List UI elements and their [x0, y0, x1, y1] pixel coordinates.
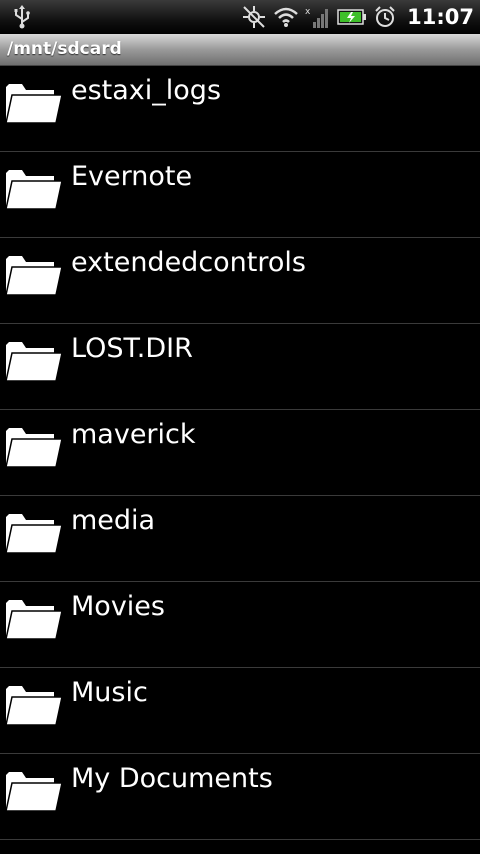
folder-icon	[4, 81, 64, 129]
battery-charging-icon	[337, 9, 367, 25]
signal-icon: x	[305, 7, 329, 28]
current-path: /mnt/sdcard	[7, 39, 122, 59]
folder-list: estaxi_logs Evernote extendedcontrols LOST.…	[0, 66, 480, 840]
folder-name: Music	[71, 677, 148, 708]
gps-icon	[243, 6, 266, 28]
folder-name: LOST.DIR	[71, 333, 193, 364]
folder-row[interactable]: extendedcontrols	[0, 238, 480, 324]
folder-icon	[4, 769, 64, 817]
folder-row[interactable]: Music	[0, 668, 480, 754]
clock-time: 11:07	[407, 5, 474, 29]
usb-icon	[14, 5, 30, 29]
folder-icon	[4, 683, 64, 731]
folder-row[interactable]: maverick	[0, 410, 480, 496]
status-bar: x 11:07	[0, 0, 480, 34]
folder-icon	[4, 511, 64, 559]
wifi-icon	[274, 7, 298, 27]
alarm-icon	[375, 6, 395, 27]
folder-name: My Documents	[71, 763, 273, 794]
folder-row[interactable]: My Documents	[0, 754, 480, 840]
folder-icon	[4, 597, 64, 645]
folder-icon	[4, 167, 64, 215]
folder-icon	[4, 253, 64, 301]
svg-text:x: x	[305, 7, 311, 17]
folder-name: estaxi_logs	[71, 75, 222, 106]
folder-row[interactable]: Evernote	[0, 152, 480, 238]
folder-icon	[4, 339, 64, 387]
folder-name: media	[71, 505, 156, 536]
folder-row[interactable]: media	[0, 496, 480, 582]
folder-name: extendedcontrols	[71, 247, 306, 278]
folder-name: maverick	[71, 419, 196, 450]
folder-row[interactable]: Movies	[0, 582, 480, 668]
folder-icon	[4, 425, 64, 473]
folder-row[interactable]: estaxi_logs	[0, 66, 480, 152]
folder-row[interactable]: LOST.DIR	[0, 324, 480, 410]
breadcrumb: /mnt/sdcard	[0, 34, 480, 66]
folder-name: Movies	[71, 591, 165, 622]
folder-name: Evernote	[71, 161, 193, 192]
